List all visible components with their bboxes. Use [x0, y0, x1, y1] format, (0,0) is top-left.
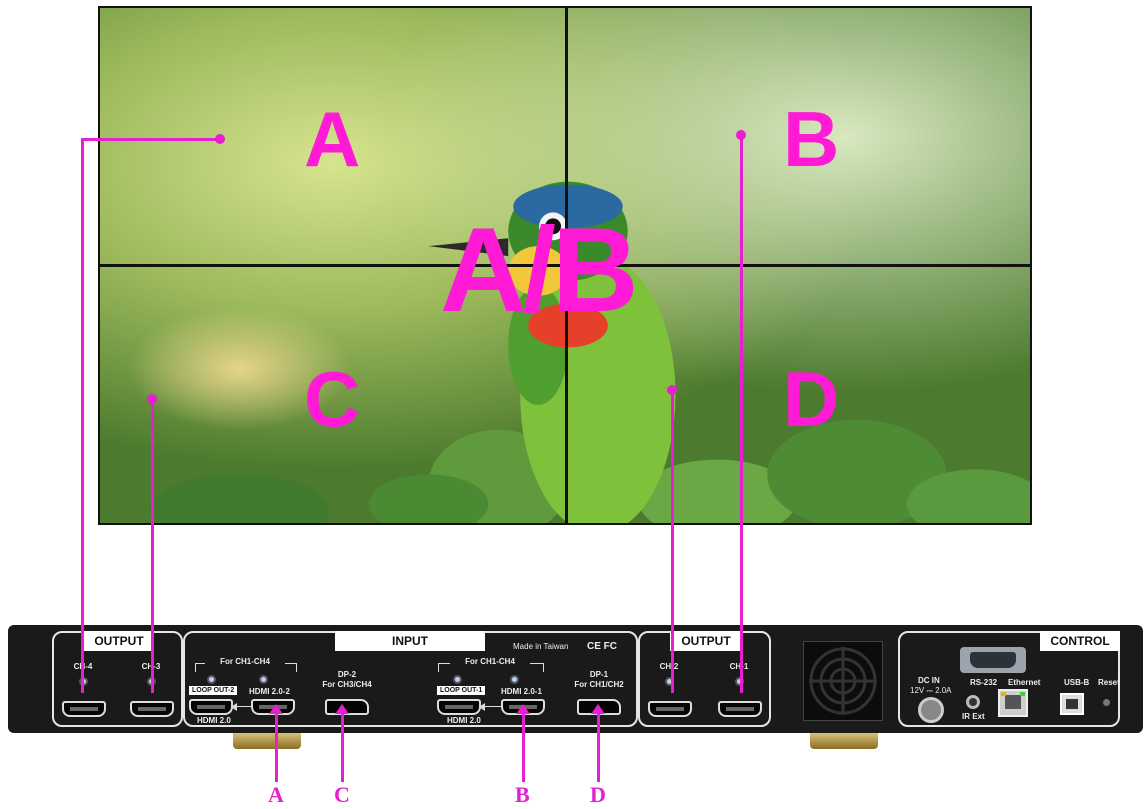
dp-1-label: DP-1 — [589, 670, 609, 679]
input-arrow-b-icon — [516, 704, 530, 714]
led-loop-out-2-icon — [207, 675, 216, 684]
source-label-b: B — [515, 782, 530, 807]
port-label-ch1: CH-1 — [729, 662, 749, 671]
output-right-title: OUTPUT — [670, 631, 742, 651]
hdmi-port-ch1[interactable] — [718, 701, 762, 717]
control-title: CONTROL — [1040, 631, 1120, 651]
connector-endpoint-c — [147, 394, 157, 404]
source-label-a: A — [268, 782, 284, 807]
rs232-label: RS-232 — [970, 678, 998, 687]
input-arrow-d-icon — [591, 704, 605, 714]
hdmi-loop-out-2-port[interactable] — [189, 699, 233, 715]
dp-2-sublabel: For CH3/CH4 — [322, 680, 372, 689]
processor-rear-panel: OUTPUT CH-4 CH-3 INPUT Made in Taiwan CE… — [8, 625, 1143, 733]
loop-arrow-head-1-icon — [231, 703, 237, 711]
video-wall: A B C D A/B — [98, 6, 1032, 525]
hdmi-2-0-2-label: HDMI 2.0-2 — [249, 687, 290, 696]
input-arrow-b-line — [522, 712, 525, 782]
cooling-fan-icon — [803, 641, 883, 721]
zone-label-c: C — [304, 355, 361, 443]
hdmi-2-0-1-label: HDMI 2.0-1 — [501, 687, 542, 696]
hdmi-loop-out-1-port[interactable] — [437, 699, 481, 715]
input-arrow-a-line — [275, 712, 278, 782]
bracket-label-group1: For CH1-CH4 — [205, 658, 285, 666]
made-in-label: Made in Taiwan — [513, 642, 569, 651]
dc-in-label: DC IN — [918, 676, 940, 685]
input-arrow-d-line — [597, 712, 600, 782]
loop-out-2-tag: LOOP OUT-2 — [189, 686, 238, 695]
device-foot-left — [233, 733, 301, 749]
certification-marks: CE FC — [587, 641, 617, 652]
input-panel: INPUT Made in Taiwan CE FC For CH1-CH4 L… — [183, 631, 638, 727]
fan-grille-icon — [809, 647, 877, 715]
ethernet-port[interactable] — [998, 689, 1028, 717]
connector-endpoint-b — [736, 130, 746, 140]
connector-ch1-vertical — [740, 135, 743, 693]
connector-endpoint-d — [667, 385, 677, 395]
zone-label-d: D — [783, 355, 840, 443]
zone-label-b: B — [783, 95, 840, 183]
source-label-c: C — [334, 782, 350, 807]
control-panel: CONTROL RS-232 Ethernet USB-B Reset DC I… — [898, 631, 1120, 727]
input-title: INPUT — [335, 631, 485, 651]
led-hdmi-1-icon — [510, 675, 519, 684]
hdmi-port-ch2[interactable] — [648, 701, 692, 717]
dp-2-label: DP-2 — [337, 670, 357, 679]
usb-b-port[interactable] — [1060, 693, 1084, 715]
reset-button[interactable] — [1103, 699, 1110, 706]
port-label-ch2: CH-2 — [659, 662, 679, 671]
input-arrow-c-icon — [335, 704, 349, 714]
dp-1-sublabel: For CH1/CH2 — [574, 680, 624, 689]
connector-ch2-vertical — [671, 390, 674, 693]
ir-ext-jack[interactable] — [966, 695, 980, 709]
device-foot-right — [810, 733, 878, 749]
rs232-port[interactable] — [960, 647, 1026, 673]
bracket-label-group2: For CH1-CH4 — [450, 658, 530, 666]
loop-out-1-tag: LOOP OUT-1 — [437, 686, 486, 695]
center-overlay-label: A/B — [440, 203, 639, 337]
dc-spec-label: 12V ⎓ 2.0A — [910, 686, 952, 695]
input-arrow-c-line — [341, 712, 344, 782]
led-hdmi-2-icon — [259, 675, 268, 684]
loop-arrow-line-1 — [235, 706, 251, 707]
ir-ext-label: IR Ext — [962, 712, 985, 721]
dc-power-jack[interactable] — [918, 697, 944, 723]
connector-ch3-vertical — [151, 397, 154, 693]
loop-arrow-head-2-icon — [479, 703, 485, 711]
output-left-title: OUTPUT — [84, 631, 154, 651]
source-label-d: D — [590, 782, 606, 807]
connector-endpoint-a — [215, 134, 225, 144]
output-panel-right: OUTPUT CH-2 CH-1 — [638, 631, 771, 727]
reset-label: Reset — [1098, 678, 1120, 687]
zone-label-a: A — [304, 95, 361, 183]
loop-port-label-1: HDMI 2.0 — [197, 716, 231, 725]
connector-ch4-horizontal — [81, 138, 221, 141]
connector-ch4-vertical — [81, 138, 84, 693]
ethernet-label: Ethernet — [1008, 678, 1041, 687]
led-loop-out-1-icon — [453, 675, 462, 684]
hdmi-port-ch4[interactable] — [62, 701, 106, 717]
output-panel-left: OUTPUT CH-4 CH-3 — [52, 631, 183, 727]
usb-b-label: USB-B — [1064, 678, 1090, 687]
loop-arrow-line-2 — [483, 706, 501, 707]
loop-port-label-2: HDMI 2.0 — [447, 716, 481, 725]
hdmi-port-ch3[interactable] — [130, 701, 174, 717]
input-arrow-a-icon — [269, 704, 283, 714]
